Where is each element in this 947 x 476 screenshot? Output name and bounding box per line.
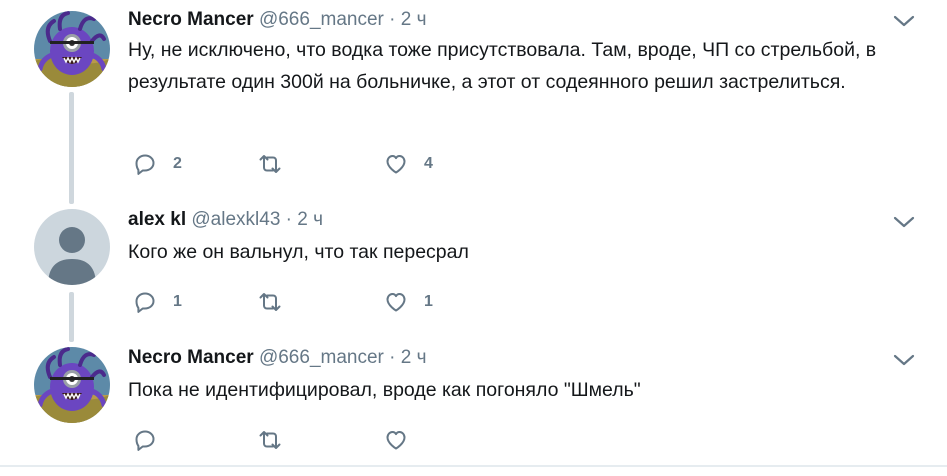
like-button[interactable]: 4	[384, 152, 433, 176]
timestamp[interactable]: 2 ч	[401, 9, 427, 30]
reply-icon	[133, 290, 157, 314]
reply-button[interactable]: 2	[133, 152, 182, 176]
reply-button[interactable]: 1	[133, 290, 182, 314]
like-button[interactable]	[384, 428, 424, 452]
retweet-icon	[257, 290, 283, 314]
timeline-bottom-border	[0, 465, 947, 467]
tweet-header: Necro Mancer @666_mancer · 2 ч	[128, 347, 427, 369]
display-name[interactable]: Necro Mancer	[128, 9, 254, 30]
tweet-header: alex kl @alexkl43 · 2 ч	[128, 209, 323, 231]
separator-dot: ·	[285, 209, 292, 230]
tweet-text: Ну, не исключено, что водка тоже присутс…	[128, 39, 877, 93]
reply-icon	[133, 152, 157, 176]
chevron-down-icon[interactable]	[893, 14, 915, 28]
tweet[interactable]: alex kl @alexkl43 · 2 ч Кого же он вальн…	[0, 200, 947, 336]
avatar[interactable]	[34, 347, 110, 423]
retweet-button[interactable]	[257, 290, 299, 314]
retweet-button[interactable]	[257, 428, 299, 452]
retweet-icon	[257, 428, 283, 452]
user-handle[interactable]: @666_mancer	[259, 347, 384, 368]
retweet-icon	[257, 152, 283, 176]
tweet-text: Кого же он вальнул, что так пересрал	[128, 241, 469, 263]
like-button[interactable]: 1	[384, 290, 433, 314]
display-name[interactable]: Necro Mancer	[128, 347, 254, 368]
timestamp[interactable]: 2 ч	[401, 347, 427, 368]
tweet-header: Necro Mancer @666_mancer · 2 ч	[128, 9, 427, 31]
user-handle[interactable]: @alexkl43	[191, 209, 280, 230]
tweet[interactable]: Necro Mancer @666_mancer · 2 ч Ну, не ис…	[0, 0, 947, 200]
tweet[interactable]: Necro Mancer @666_mancer · 2 ч Пока не и…	[0, 338, 947, 465]
tweet-text: Пока не идентифицировал, вроде как погон…	[128, 379, 641, 401]
chevron-down-icon[interactable]	[893, 215, 915, 229]
display-name[interactable]: alex kl	[128, 209, 186, 230]
heart-icon	[384, 428, 408, 452]
like-count: 4	[424, 155, 433, 172]
heart-icon	[384, 152, 408, 176]
heart-icon	[384, 290, 408, 314]
timestamp[interactable]: 2 ч	[297, 209, 323, 230]
reply-count: 1	[173, 293, 182, 310]
separator-dot: ·	[389, 347, 396, 368]
reply-button[interactable]	[133, 428, 173, 452]
retweet-button[interactable]	[257, 152, 299, 176]
reply-count: 2	[173, 155, 182, 172]
reply-icon	[133, 428, 157, 452]
separator-dot: ·	[389, 9, 396, 30]
like-count: 1	[424, 293, 433, 310]
user-handle[interactable]: @666_mancer	[259, 9, 384, 30]
chevron-down-icon[interactable]	[893, 353, 915, 367]
avatar[interactable]	[34, 11, 110, 87]
avatar[interactable]	[34, 209, 110, 285]
